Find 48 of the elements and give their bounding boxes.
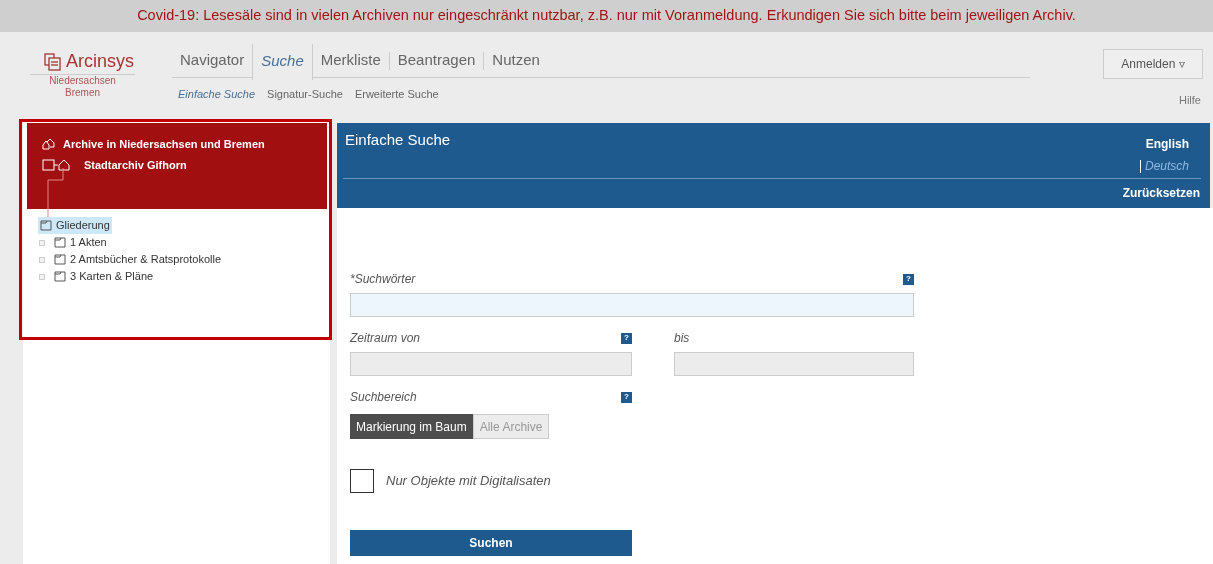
help-link[interactable]: Hilfe [1179,92,1201,109]
folder-icon [54,271,66,282]
tree-item[interactable]: 3 Karten & Pläne [52,268,156,285]
help-icon[interactable]: ? [621,332,632,344]
date-from-input[interactable] [350,352,632,376]
subnav-tab[interactable]: Einfache Suche [178,86,256,103]
field-label: Zeitraum von [350,330,421,347]
search-button[interactable]: Suchen [350,530,632,556]
region-label: Niedersachsen [48,75,117,87]
nav-tab[interactable]: Suche [252,43,313,80]
tree-item[interactable]: 2 Amtsbücher & Ratsprotokolle [52,251,224,268]
reset-link[interactable]: Zurücksetzen [1122,184,1200,202]
panel-title: Einfache Suche [345,130,451,150]
checkbox[interactable] [350,469,374,493]
expand-icon[interactable] [39,273,45,280]
keywords-input[interactable] [350,293,914,317]
login-button[interactable]: Anmelden ▿ [1103,49,1203,79]
expand-icon[interactable] [39,239,45,246]
subnav-tab[interactable]: Signatur-Suche [267,86,343,103]
folder-house-icon [42,158,72,172]
nav-tab[interactable]: Merkliste [312,43,389,78]
expand-icon[interactable] [39,256,45,263]
documents-icon [44,52,62,71]
subnav-tab[interactable]: Erweiterte Suche [354,86,439,103]
app-logo[interactable]: Arcinsys [66,48,134,75]
language-link[interactable]: English [1145,135,1189,153]
help-icon[interactable]: ? [903,273,914,285]
region-label: Bremen [64,87,101,99]
notice-banner: Covid-19: Lesesäle sind in vielen Archiven nur eingeschränkt nutzbar, z.B. nur mit Voranmeldung. Erkundigen Sie sich bitte beim jeweiligen Archiv. [0,0,1213,32]
nav-tab[interactable]: Beantragen [389,43,484,78]
checkbox-label: Nur Objekte mit Digitalisaten [386,472,551,491]
language-link[interactable]: Deutsch [1144,157,1189,175]
field-label: Suchbereich [350,389,417,406]
tree-root-link[interactable]: Archive in Niedersachsen und Bremen [63,136,265,153]
folder-icon [54,254,66,265]
nav-tab[interactable]: Navigator [172,43,253,78]
help-icon[interactable]: ? [621,391,632,403]
field-label: bis [674,331,690,345]
tree-item[interactable]: Gliederung [38,217,112,234]
field-label: *Suchwörter [350,271,416,288]
archive-link[interactable]: Stadtarchiv Gifhorn [84,156,187,173]
folder-icon [54,237,66,248]
tree-item[interactable]: 1 Akten [52,234,109,251]
nav-tab[interactable]: Nutzen [484,43,548,78]
folder-icon [40,220,52,231]
scope-toggle[interactable]: Markierung im Baum [350,414,473,439]
date-to-input[interactable] [674,352,914,376]
houses-icon [42,137,55,151]
